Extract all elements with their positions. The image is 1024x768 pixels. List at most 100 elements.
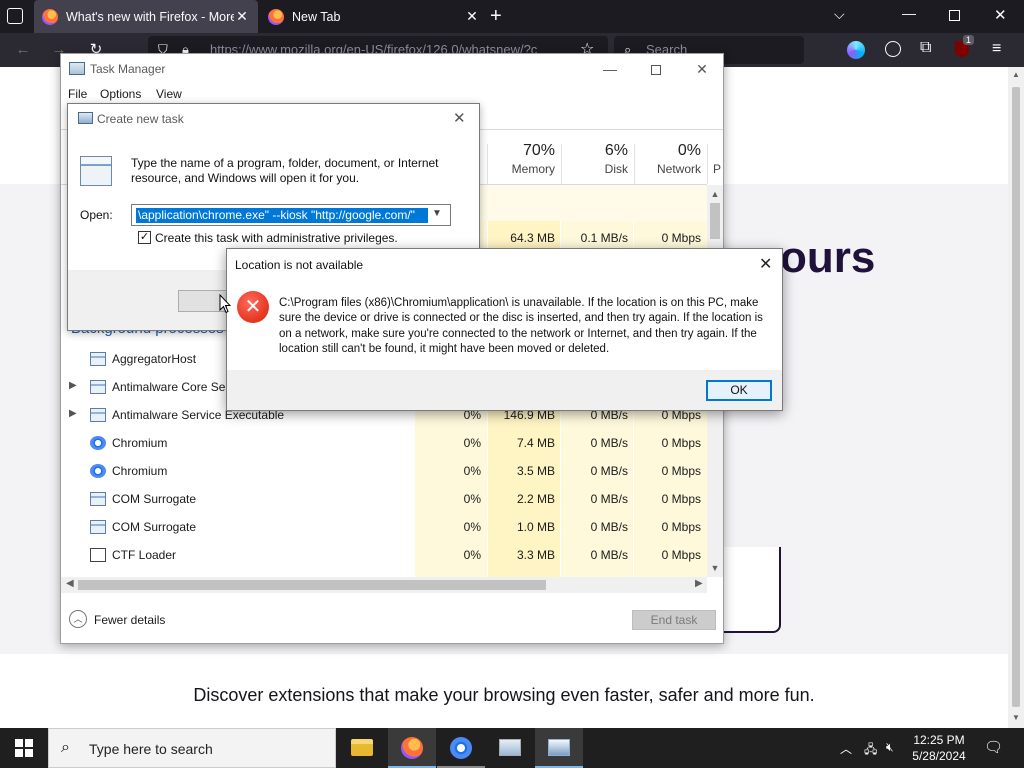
volume-muted-icon[interactable]: 🔇︎	[886, 740, 894, 755]
vpn-icon[interactable]	[847, 41, 865, 59]
table-row[interactable]: COM Surrogate 0% 1.0 MB 0 MB/s 0 Mbps	[61, 513, 707, 541]
close-window-icon[interactable]: ✕	[994, 6, 1007, 24]
clock-time: 12:25 PM	[913, 733, 965, 747]
cell-cpu: 0%	[463, 548, 481, 562]
end-task-button[interactable]: End task	[632, 610, 716, 630]
restore-icon[interactable]	[949, 10, 960, 21]
expand-chevron-icon[interactable]: ▶	[69, 408, 77, 419]
cell-memory: 3.5 MB	[516, 464, 555, 478]
menu-hamburger-icon[interactable]: ≡	[992, 40, 1001, 58]
menu-options[interactable]: Options	[100, 87, 141, 101]
close-icon[interactable]: ✕	[679, 58, 725, 80]
table-row[interactable]: Chromium 0% 3.5 MB 0 MB/s 0 Mbps	[61, 457, 707, 485]
taskbar-clock[interactable]: 12:25 PM 5/28/2024	[904, 732, 974, 764]
error-titlebar[interactable]: Location is not available ✕	[227, 249, 782, 279]
open-combobox[interactable]: \application\chrome.exe" --kiosk "http:/…	[131, 204, 451, 226]
close-icon[interactable]: ✕	[759, 254, 772, 274]
scroll-up-icon[interactable]: ▲	[1008, 70, 1024, 79]
start-button[interactable]	[0, 728, 48, 768]
tab-whats-new[interactable]: What's new with Firefox - More ✕	[34, 0, 258, 33]
page-headline: ours	[780, 233, 876, 282]
discover-text: Discover extensions that make your brows…	[193, 685, 815, 705]
admin-checkbox-label[interactable]: Create this task with administrative pri…	[155, 231, 398, 245]
cell-cpu: 0%	[463, 436, 481, 450]
close-icon[interactable]: ✕	[453, 109, 466, 127]
taskbar-firefox[interactable]	[388, 728, 436, 768]
taskbar-run-dialog[interactable]	[535, 728, 583, 768]
cell-cpu: 0%	[463, 520, 481, 534]
new-tab-plus-icon[interactable]: +	[490, 5, 502, 28]
cell-network: 0 Mbps	[661, 520, 701, 534]
scroll-left-icon[interactable]: ◀	[66, 578, 74, 589]
taskbar-chromium[interactable]	[437, 728, 485, 768]
error-title: Location is not available	[235, 258, 364, 272]
column-power[interactable]: P	[713, 142, 725, 176]
task-manager-titlebar[interactable]: Task Manager — ✕	[61, 54, 723, 84]
menu-file[interactable]: File	[68, 87, 87, 101]
column-memory[interactable]: 70% Memory	[489, 142, 555, 176]
cell-cpu: 0%	[463, 464, 481, 478]
taskbar-file-explorer[interactable]	[338, 728, 386, 768]
table-row[interactable]: COM Surrogate 0% 2.2 MB 0 MB/s 0 Mbps	[61, 485, 707, 513]
tab-list-icon[interactable]	[7, 8, 23, 24]
open-input-value[interactable]: \application\chrome.exe" --kiosk "http:/…	[136, 208, 428, 223]
process-name: AggregatorHost	[112, 352, 197, 366]
task-manager-title: Task Manager	[90, 62, 166, 76]
cell-memory: 3.3 MB	[516, 548, 555, 562]
minimize-icon[interactable]: —	[902, 5, 916, 21]
column-divider	[634, 144, 635, 184]
network-icon[interactable]: 🖧︎	[864, 740, 877, 761]
list-all-tabs-chevron-icon[interactable]: ⌵	[834, 6, 845, 23]
hscroll-thumb[interactable]	[78, 580, 546, 590]
page-scroll-thumb[interactable]	[1012, 87, 1020, 707]
tray-chevron-up-icon[interactable]: ︿	[840, 740, 852, 757]
cell-network: 0 Mbps	[661, 436, 701, 450]
taskbar-task-manager[interactable]	[486, 728, 534, 768]
minimize-icon[interactable]: —	[587, 58, 633, 80]
cell-cpu: 0%	[463, 492, 481, 506]
firefox-tab-strip: What's new with Firefox - More ✕ New Tab…	[0, 0, 1024, 33]
run-dialog-icon	[78, 112, 93, 124]
cell-memory: 1.0 MB	[516, 520, 555, 534]
taskbar-search-box[interactable]: ⌕ Type here to search	[48, 728, 336, 768]
column-network[interactable]: 0% Network	[635, 142, 701, 176]
error-ok-button[interactable]: OK	[706, 380, 772, 401]
chromium-icon	[90, 464, 106, 478]
maximize-icon[interactable]	[633, 58, 679, 80]
firefox-icon	[42, 8, 58, 25]
back-icon[interactable]: ←	[14, 41, 32, 59]
vscroll-thumb[interactable]	[710, 203, 720, 239]
admin-checkbox[interactable]: ✓	[138, 231, 151, 244]
fewer-details-link[interactable]: Fewer details	[94, 613, 165, 627]
menu-view[interactable]: View	[156, 87, 182, 101]
chromium-icon	[450, 737, 472, 759]
column-memory-name: Memory	[511, 162, 555, 176]
extension-badge: 1	[963, 35, 975, 45]
location-error-dialog: Location is not available ✕ ✕ C:\Program…	[226, 248, 783, 411]
scroll-up-icon[interactable]: ▲	[707, 189, 723, 199]
column-disk[interactable]: 6% Disk	[561, 142, 628, 176]
create-task-titlebar[interactable]: Create new task ✕	[68, 104, 479, 134]
close-tab-icon[interactable]: ✕	[464, 8, 480, 25]
scroll-down-icon[interactable]: ▼	[707, 563, 723, 573]
table-row[interactable]: CTF Loader 0% 3.3 MB 0 MB/s 0 Mbps	[61, 541, 707, 569]
task-list-hscrollbar[interactable]: ◀ ▶	[61, 577, 707, 593]
extensions-puzzle-icon[interactable]: ⧉	[920, 39, 931, 57]
tab-new-tab[interactable]: New Tab ✕	[260, 0, 482, 33]
notifications-icon[interactable]: 🗨︎	[984, 738, 1003, 756]
cell-network: 0 Mbps	[661, 231, 701, 245]
task-manager-icon	[499, 739, 521, 756]
chevron-down-icon[interactable]: ▼	[432, 208, 442, 219]
page-scrollbar[interactable]: ▲ ▼	[1008, 67, 1024, 728]
cell-disk: 0 MB/s	[590, 520, 628, 534]
expand-chevron-icon[interactable]: ▶	[69, 380, 77, 391]
account-icon[interactable]	[885, 41, 901, 57]
cell-network: 0 Mbps	[661, 492, 701, 506]
table-row[interactable]: Chromium 0% 7.4 MB 0 MB/s 0 Mbps	[61, 429, 707, 457]
cell-disk: 0 MB/s	[590, 436, 628, 450]
chevron-up-icon[interactable]: ︿	[69, 610, 87, 628]
column-divider	[487, 144, 488, 184]
close-tab-icon[interactable]: ✕	[234, 8, 250, 25]
scroll-right-icon[interactable]: ▶	[695, 578, 703, 589]
scroll-down-icon[interactable]: ▼	[1008, 713, 1024, 722]
